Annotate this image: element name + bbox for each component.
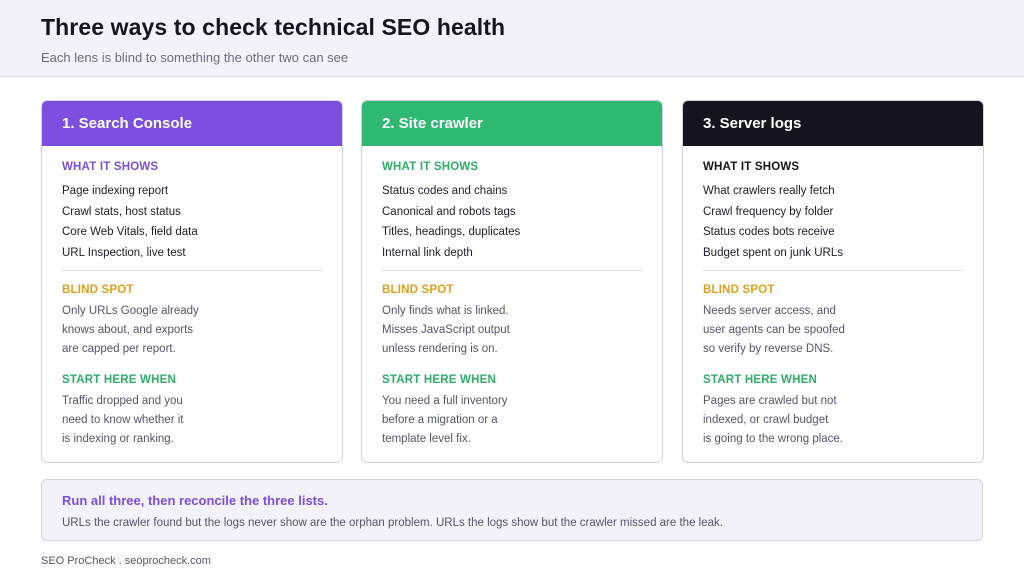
text-line: indexed, or crawl budget — [703, 414, 829, 426]
list-item: Budget spent on junk URLs — [703, 246, 844, 259]
text-line: knows about, and exports — [62, 324, 194, 336]
list-item: Internal link depth — [382, 246, 473, 259]
text-line: before a migration or a — [382, 414, 498, 426]
text-line: is going to the wrong place. — [703, 433, 844, 445]
start-here-text: Pages are crawled but not indexed, or cr… — [703, 392, 963, 449]
list-item: Status codes bots receive — [703, 226, 835, 238]
card-header: 3. Server logs — [683, 101, 983, 146]
start-here-label: START HERE WHEN — [382, 374, 496, 386]
card-header: 1. Search Console — [42, 101, 342, 146]
text-line: Needs server access, and — [703, 305, 836, 317]
divider — [382, 270, 642, 271]
footer-credit: SEO ProCheck . seoprocheck.com — [41, 555, 211, 567]
page-subtitle: Each lens is blind to something the othe… — [41, 50, 349, 65]
text-line: is indexing or ranking. — [62, 433, 174, 445]
list-item: Core Web Vitals, field data — [62, 226, 198, 238]
card-title: 2. Site crawler — [382, 115, 483, 132]
text-line: unless rendering is on. — [382, 343, 498, 355]
text-line: Misses JavaScript output — [382, 324, 510, 336]
text-line: Only URLs Google already — [62, 305, 199, 317]
text-line: need to know whether it — [62, 414, 184, 426]
shows-list: Page indexing report Crawl stats, host s… — [62, 181, 198, 263]
text-line: Traffic dropped and you — [62, 395, 183, 407]
blind-spot-label: BLIND SPOT — [382, 284, 454, 296]
blind-spot-label: BLIND SPOT — [62, 284, 134, 296]
list-item: URL Inspection, live test — [62, 246, 186, 259]
blind-spot-label: BLIND SPOT — [703, 284, 775, 296]
what-it-shows-label: WHAT IT SHOWS — [62, 161, 159, 173]
text-line: user agents can be spoofed — [703, 324, 845, 336]
card-header: 2. Site crawler — [362, 101, 662, 146]
list-item: Canonical and robots tags — [382, 205, 516, 218]
summary-heading: Run all three, then reconcile the three … — [62, 493, 328, 508]
start-here-label: START HERE WHEN — [62, 374, 176, 386]
list-item: What crawlers really fetch — [703, 185, 835, 197]
list-item: Titles, headings, duplicates — [382, 226, 521, 238]
page-title: Three ways to check technical SEO health — [41, 14, 506, 40]
what-it-shows-label: WHAT IT SHOWS — [703, 161, 800, 173]
shows-list: What crawlers really fetch Crawl frequen… — [703, 181, 843, 263]
list-item: Crawl stats, host status — [62, 205, 181, 218]
what-it-shows-label: WHAT IT SHOWS — [382, 161, 479, 173]
start-here-text: You need a full inventory before a migra… — [382, 392, 642, 449]
text-line: Pages are crawled but not — [703, 395, 837, 407]
blind-spot-text: Only URLs Google already knows about, an… — [62, 302, 322, 359]
card-search-console: 1. Search Console WHAT IT SHOWS Page ind… — [41, 100, 343, 463]
text-line: so verify by reverse DNS. — [703, 343, 834, 355]
text-line: Only finds what is linked. — [382, 305, 509, 317]
text-line: are capped per report. — [62, 343, 176, 355]
summary-box: Run all three, then reconcile the three … — [41, 479, 983, 541]
list-item: Page indexing report — [62, 185, 169, 197]
card-server-logs: 3. Server logs WHAT IT SHOWS What crawle… — [682, 100, 984, 463]
list-item: Crawl frequency by folder — [703, 205, 834, 218]
shows-list: Status codes and chains Canonical and ro… — [382, 181, 520, 263]
text-line: template level fix. — [382, 433, 471, 445]
summary-text: URLs the crawler found but the logs neve… — [62, 517, 723, 529]
card-site-crawler: 2. Site crawler WHAT IT SHOWS Status cod… — [361, 100, 663, 463]
blind-spot-text: Only finds what is linked. Misses JavaSc… — [382, 302, 642, 359]
start-here-label: START HERE WHEN — [703, 374, 817, 386]
page-header: Three ways to check technical SEO health… — [0, 0, 1024, 77]
card-title: 3. Server logs — [703, 115, 802, 132]
text-line: You need a full inventory — [382, 395, 508, 407]
blind-spot-text: Needs server access, and user agents can… — [703, 302, 963, 359]
card-title: 1. Search Console — [62, 115, 193, 132]
start-here-text: Traffic dropped and you need to know whe… — [62, 392, 322, 449]
list-item: Status codes and chains — [382, 185, 508, 197]
divider — [62, 270, 322, 271]
divider — [703, 270, 963, 271]
